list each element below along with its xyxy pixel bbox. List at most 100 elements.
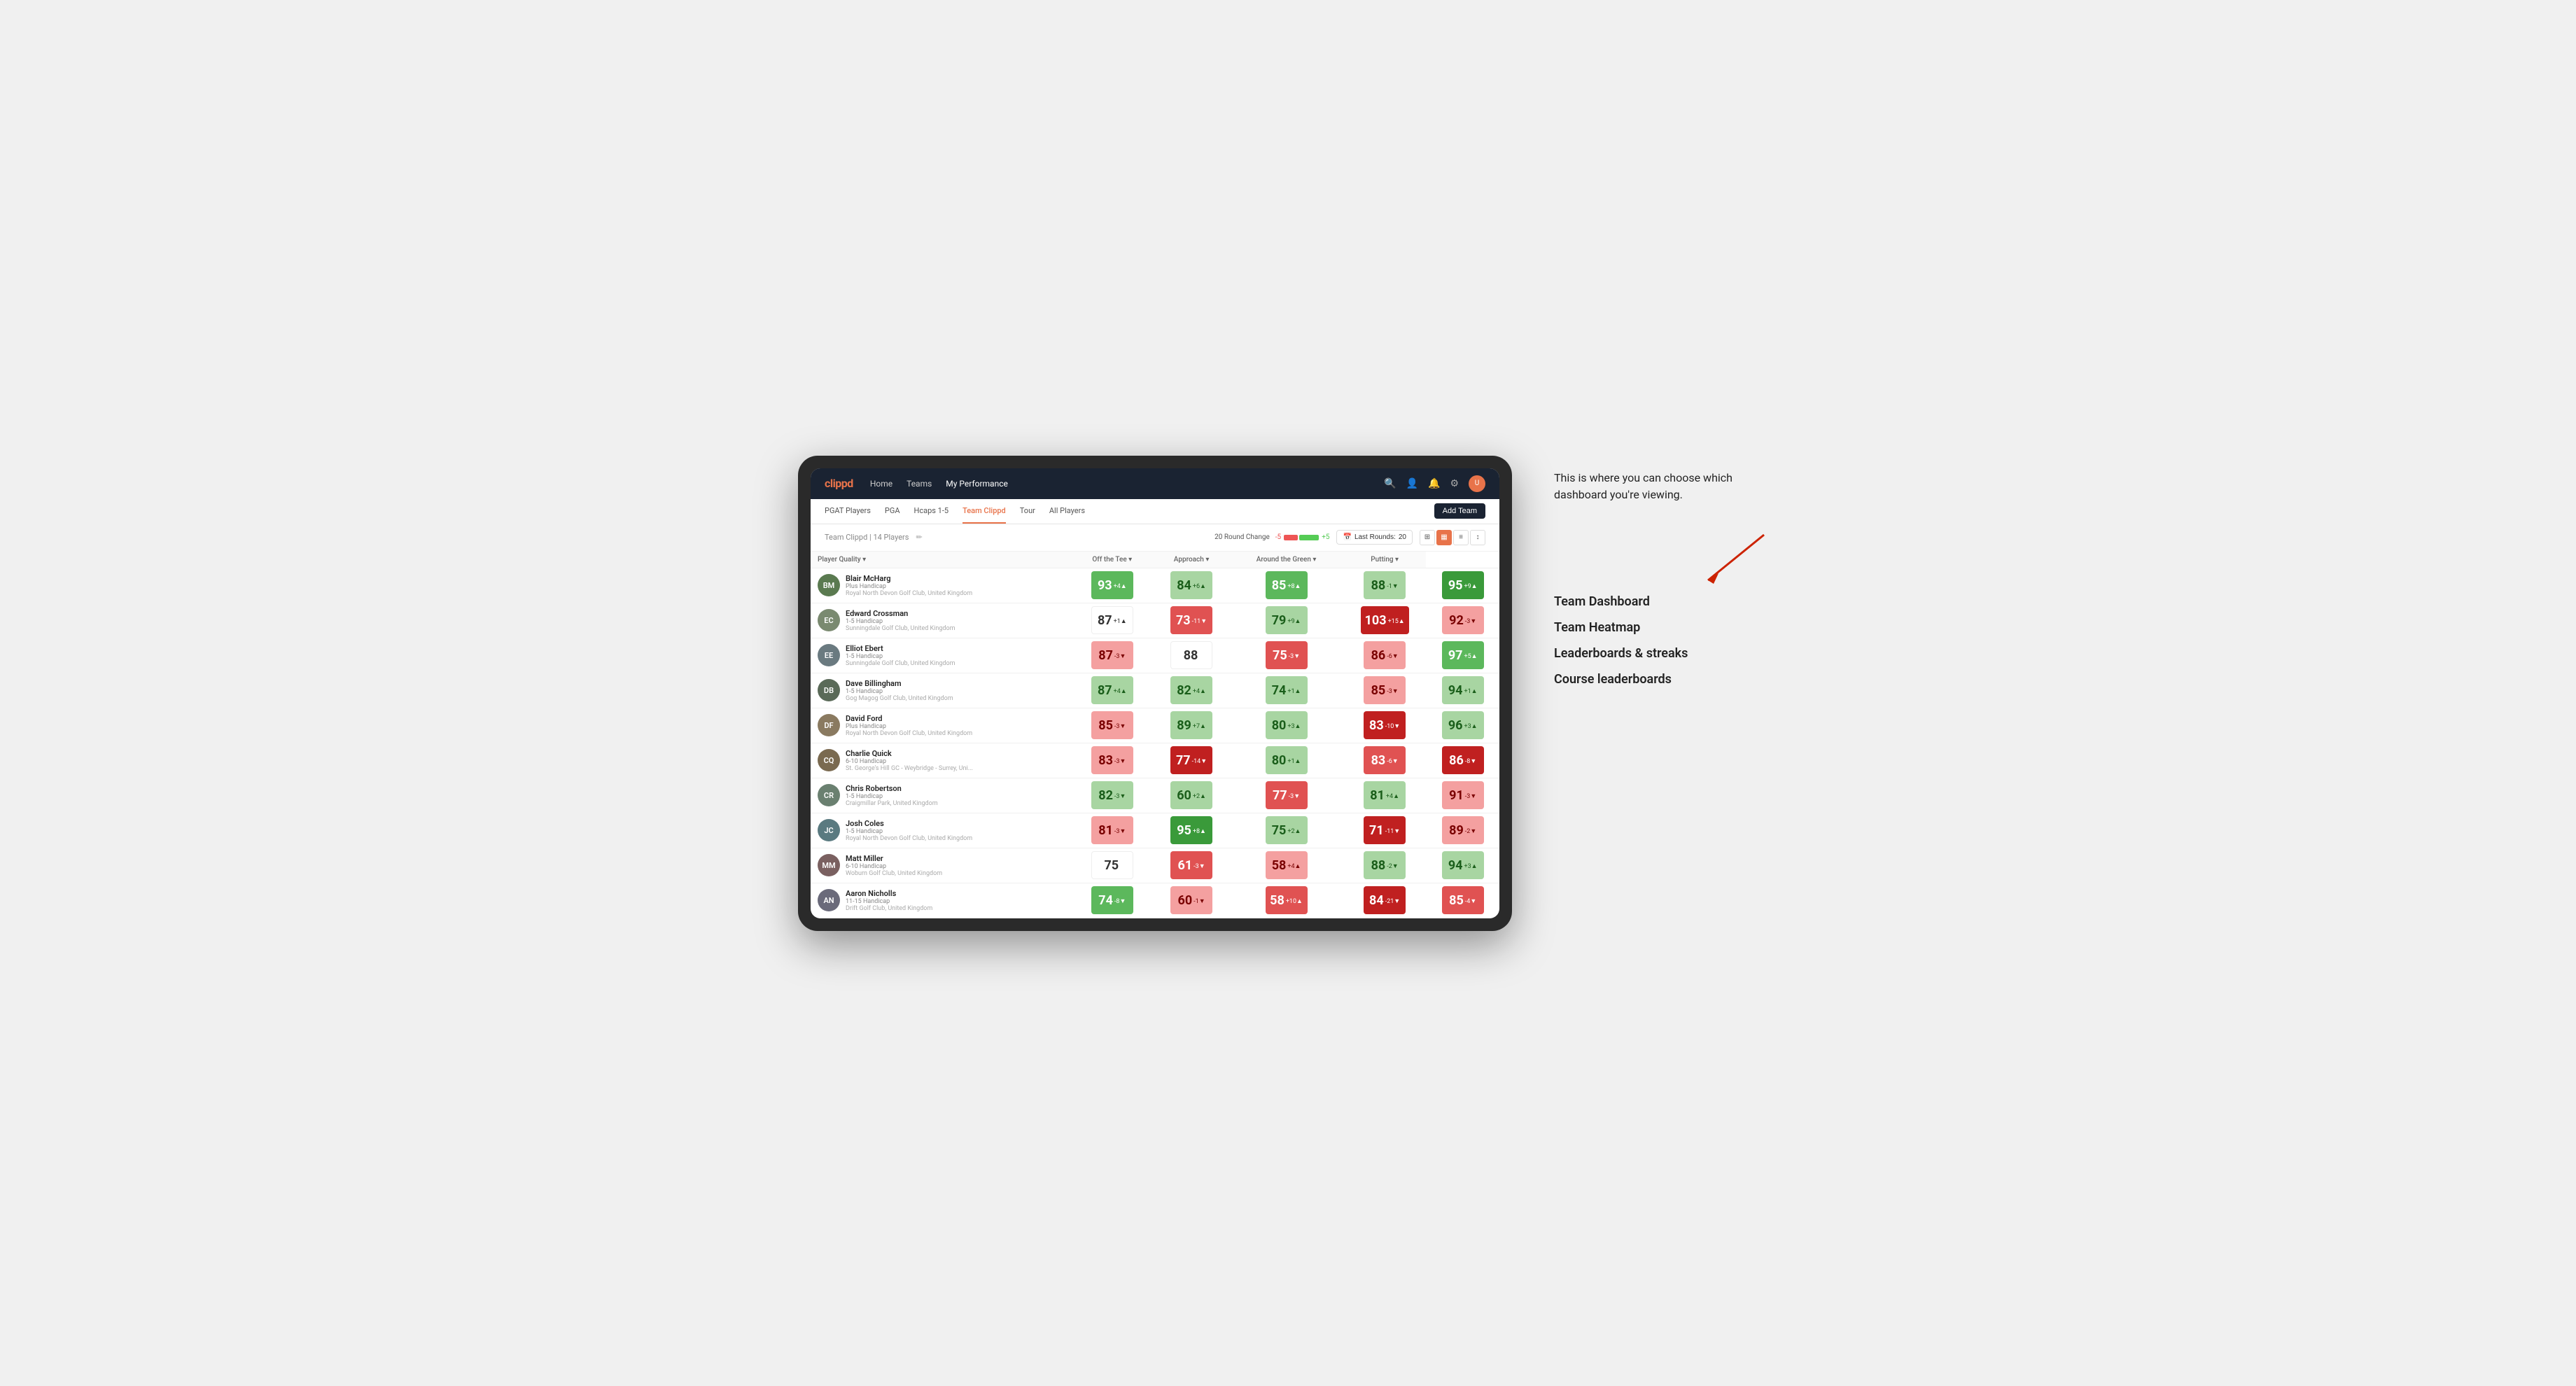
player-cell[interactable]: DB Dave Billingham 1-5 Handicap Gog Mago… <box>811 673 1071 708</box>
score-value: 71 <box>1369 823 1384 838</box>
last-rounds-label: Last Rounds: <box>1354 533 1396 541</box>
score-change: +1▲ <box>1287 687 1301 695</box>
user-avatar[interactable]: U <box>1469 475 1485 492</box>
annotation-text: This is where you can choose which dashb… <box>1554 470 1778 503</box>
score-around_green: 86 -6▼ <box>1343 638 1427 673</box>
nav-teams[interactable]: Teams <box>906 477 932 490</box>
score-value: 88 <box>1184 648 1198 663</box>
controls: 20 Round Change -5 +5 📅 Last Rounds: 20 <box>1214 530 1485 545</box>
player-cell[interactable]: AN Aaron Nicholls 11-15 Handicap Drift G… <box>811 883 1071 918</box>
score-change: +1▲ <box>1114 617 1127 625</box>
player-cell[interactable]: CQ Charlie Quick 6-10 Handicap St. Georg… <box>811 743 1071 778</box>
negative-bar <box>1284 535 1298 540</box>
player-club: Royal North Devon Golf Club, United King… <box>846 835 972 842</box>
table-view-icon[interactable]: ▦ <box>1436 530 1452 545</box>
settings-icon[interactable]: ⚙ <box>1450 478 1459 489</box>
score-box: 61 -3▼ <box>1170 851 1212 879</box>
score-off_tee: 60 +2▲ <box>1154 778 1229 813</box>
score-change: -6▼ <box>1387 757 1398 765</box>
player-cell[interactable]: JC Josh Coles 1-5 Handicap Royal North D… <box>811 813 1071 848</box>
score-value: 60 <box>1177 788 1191 803</box>
player-handicap: Plus Handicap <box>846 723 972 730</box>
score-box: 77 -3▼ <box>1266 781 1308 809</box>
search-icon[interactable]: 🔍 <box>1384 478 1396 489</box>
filter-icon[interactable]: ↕ <box>1470 530 1485 545</box>
heat-view-icon[interactable]: ≡ <box>1453 530 1469 545</box>
score-value: 86 <box>1371 648 1386 663</box>
player-handicap: 1-5 Handicap <box>846 688 953 695</box>
score-putting: 95 +9▲ <box>1426 568 1499 603</box>
table-row: CQ Charlie Quick 6-10 Handicap St. Georg… <box>811 743 1499 778</box>
edit-icon[interactable]: ✏ <box>916 533 922 542</box>
tab-tour[interactable]: Tour <box>1020 499 1035 524</box>
score-box: 81 +4▲ <box>1364 781 1406 809</box>
score-value: 58 <box>1272 858 1287 873</box>
score-change: -3▼ <box>1114 722 1126 730</box>
dashboard-item-2[interactable]: Leaderboards & streaks <box>1554 646 1778 661</box>
score-value: 94 <box>1448 683 1463 698</box>
score-value: 94 <box>1448 858 1463 873</box>
table-row: DF David Ford Plus Handicap Royal North … <box>811 708 1499 743</box>
dashboard-item-3[interactable]: Course leaderboards <box>1554 672 1778 687</box>
tab-team-clippd[interactable]: Team Clippd <box>962 499 1006 524</box>
score-box: 74 +1▲ <box>1266 676 1308 704</box>
col-approach: Approach ▾ <box>1154 552 1229 568</box>
player-club: Drift Golf Club, United Kingdom <box>846 905 932 912</box>
player-cell[interactable]: BM Blair McHarg Plus Handicap Royal Nort… <box>811 568 1071 603</box>
score-box: 73 -11▼ <box>1170 606 1212 634</box>
add-team-button[interactable]: Add Team <box>1434 503 1485 519</box>
player-info: David Ford Plus Handicap Royal North Dev… <box>846 714 972 737</box>
dashboard-item-0[interactable]: Team Dashboard <box>1554 594 1778 609</box>
page-wrapper: clippd Home Teams My Performance 🔍 👤 🔔 ⚙… <box>798 456 1778 931</box>
nav-my-performance[interactable]: My Performance <box>946 477 1008 490</box>
last-rounds-button[interactable]: 📅 Last Rounds: 20 <box>1336 530 1413 545</box>
grid-view-icon[interactable]: ⊞ <box>1420 530 1435 545</box>
score-change: -3▼ <box>1465 792 1476 800</box>
score-box: 74 -8▼ <box>1091 886 1133 914</box>
score-change: -11▼ <box>1385 827 1401 835</box>
logo: clippd <box>825 477 853 490</box>
tab-hcaps[interactable]: Hcaps 1-5 <box>914 499 949 524</box>
tab-pga[interactable]: PGA <box>885 499 900 524</box>
player-cell[interactable]: DF David Ford Plus Handicap Royal North … <box>811 708 1071 743</box>
score-off_tee: 88 <box>1154 638 1229 673</box>
score-value: 91 <box>1449 788 1464 803</box>
nav-home[interactable]: Home <box>870 477 892 490</box>
people-icon[interactable]: 👤 <box>1406 478 1418 489</box>
dashboard-item-1[interactable]: Team Heatmap <box>1554 620 1778 635</box>
score-value: 83 <box>1369 718 1384 733</box>
player-cell[interactable]: CR Chris Robertson 1-5 Handicap Craigmil… <box>811 778 1071 813</box>
tab-pgat-players[interactable]: PGAT Players <box>825 499 871 524</box>
sub-nav: PGAT Players PGA Hcaps 1-5 Team Clippd T… <box>811 499 1499 524</box>
score-change: +6▲ <box>1193 582 1206 590</box>
player-info: Matt Miller 6-10 Handicap Woburn Golf Cl… <box>846 854 942 877</box>
score-change: -3▼ <box>1114 652 1126 660</box>
player-name: Blair McHarg <box>846 574 972 583</box>
tab-all-players[interactable]: All Players <box>1049 499 1085 524</box>
score-putting: 85 -4▼ <box>1426 883 1499 918</box>
player-cell[interactable]: MM Matt Miller 6-10 Handicap Woburn Golf… <box>811 848 1071 883</box>
player-club: Sunningdale Golf Club, United Kingdom <box>846 625 955 632</box>
score-quality: 87 +1▲ <box>1071 603 1154 638</box>
score-value: 77 <box>1176 753 1191 768</box>
score-box: 58 +10▲ <box>1266 886 1308 914</box>
score-off_tee: 77 -14▼ <box>1154 743 1229 778</box>
bell-icon[interactable]: 🔔 <box>1428 478 1440 489</box>
player-cell[interactable]: EE Elliot Ebert 1-5 Handicap Sunningdale… <box>811 638 1071 673</box>
calendar-icon: 📅 <box>1343 533 1351 541</box>
score-value: 85 <box>1272 578 1287 593</box>
score-change: +3▲ <box>1464 862 1477 870</box>
content-header: Team Clippd | 14 Players ✏ 20 Round Chan… <box>811 524 1499 552</box>
score-change: -2▼ <box>1465 827 1476 835</box>
score-change: -3▼ <box>1289 652 1300 660</box>
player-cell[interactable]: EC Edward Crossman 1-5 Handicap Sunningd… <box>811 603 1071 638</box>
player-avatar: CQ <box>818 749 840 771</box>
score-around_green: 83 -10▼ <box>1343 708 1427 743</box>
score-approach: 79 +9▲ <box>1229 603 1343 638</box>
player-club: Craigmillar Park, United Kingdom <box>846 800 938 807</box>
score-around_green: 71 -11▼ <box>1343 813 1427 848</box>
score-around_green: 81 +4▲ <box>1343 778 1427 813</box>
score-quality: 87 +4▲ <box>1071 673 1154 708</box>
score-quality: 85 -3▼ <box>1071 708 1154 743</box>
score-putting: 94 +3▲ <box>1426 848 1499 883</box>
